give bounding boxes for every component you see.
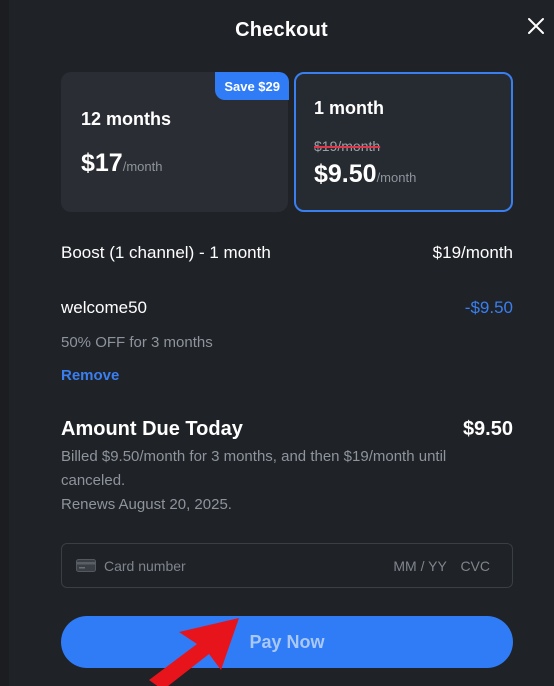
plan-card-12-months[interactable]: Save $29 12 months $17/month — [61, 72, 289, 212]
modal-title: Checkout — [235, 19, 328, 41]
billing-details: Billed $9.50/month for 3 months, and the… — [61, 445, 513, 517]
plan-card-1-month[interactable]: 1 month $19/month $9.50/month — [294, 72, 513, 212]
remove-coupon-row: Remove — [61, 367, 513, 385]
renews-text: Renews August 20, 2025. — [61, 496, 232, 513]
card-expiry-field[interactable]: MM / YY — [393, 558, 446, 574]
save-badge: Save $29 — [215, 72, 289, 100]
coupon-description: 50% OFF for 3 months — [61, 334, 213, 351]
coupon-discount: -$9.50 — [464, 298, 513, 317]
line-item-value: $19/month — [432, 243, 513, 262]
plan-name: 1 month — [314, 98, 384, 118]
amount-due-label: Amount Due Today — [61, 418, 243, 440]
remove-coupon-link[interactable]: Remove — [61, 367, 119, 384]
close-icon[interactable] — [526, 16, 546, 36]
plan-price: $17/month — [81, 149, 163, 177]
coupon-code: welcome50 — [61, 298, 147, 317]
amount-due-value: $9.50 — [462, 418, 513, 440]
credit-card-icon — [76, 559, 96, 572]
pay-now-button[interactable]: Pay Now — [61, 616, 513, 668]
amount-due-row: Amount Due Today $9.50 — [61, 418, 513, 441]
card-cvc-field[interactable]: CVC — [460, 558, 490, 574]
plan-old-price: $19/month — [314, 138, 381, 154]
coupon-row: welcome50 -$9.50 — [61, 298, 513, 318]
card-input[interactable]: Card number MM / YY CVC — [61, 543, 513, 588]
plan-name: 12 months — [81, 109, 172, 129]
checkout-modal: Checkout Save $29 12 months $17/month 1 … — [9, 0, 554, 686]
annotation-arrow-icon — [149, 618, 239, 686]
billed-text: Billed $9.50/month for 3 months, and the… — [61, 448, 447, 489]
card-number-field[interactable]: Card number — [104, 558, 186, 574]
line-item-row: Boost (1 channel) - 1 month $19/month — [61, 243, 513, 263]
plan-price: $9.50/month — [314, 160, 417, 188]
